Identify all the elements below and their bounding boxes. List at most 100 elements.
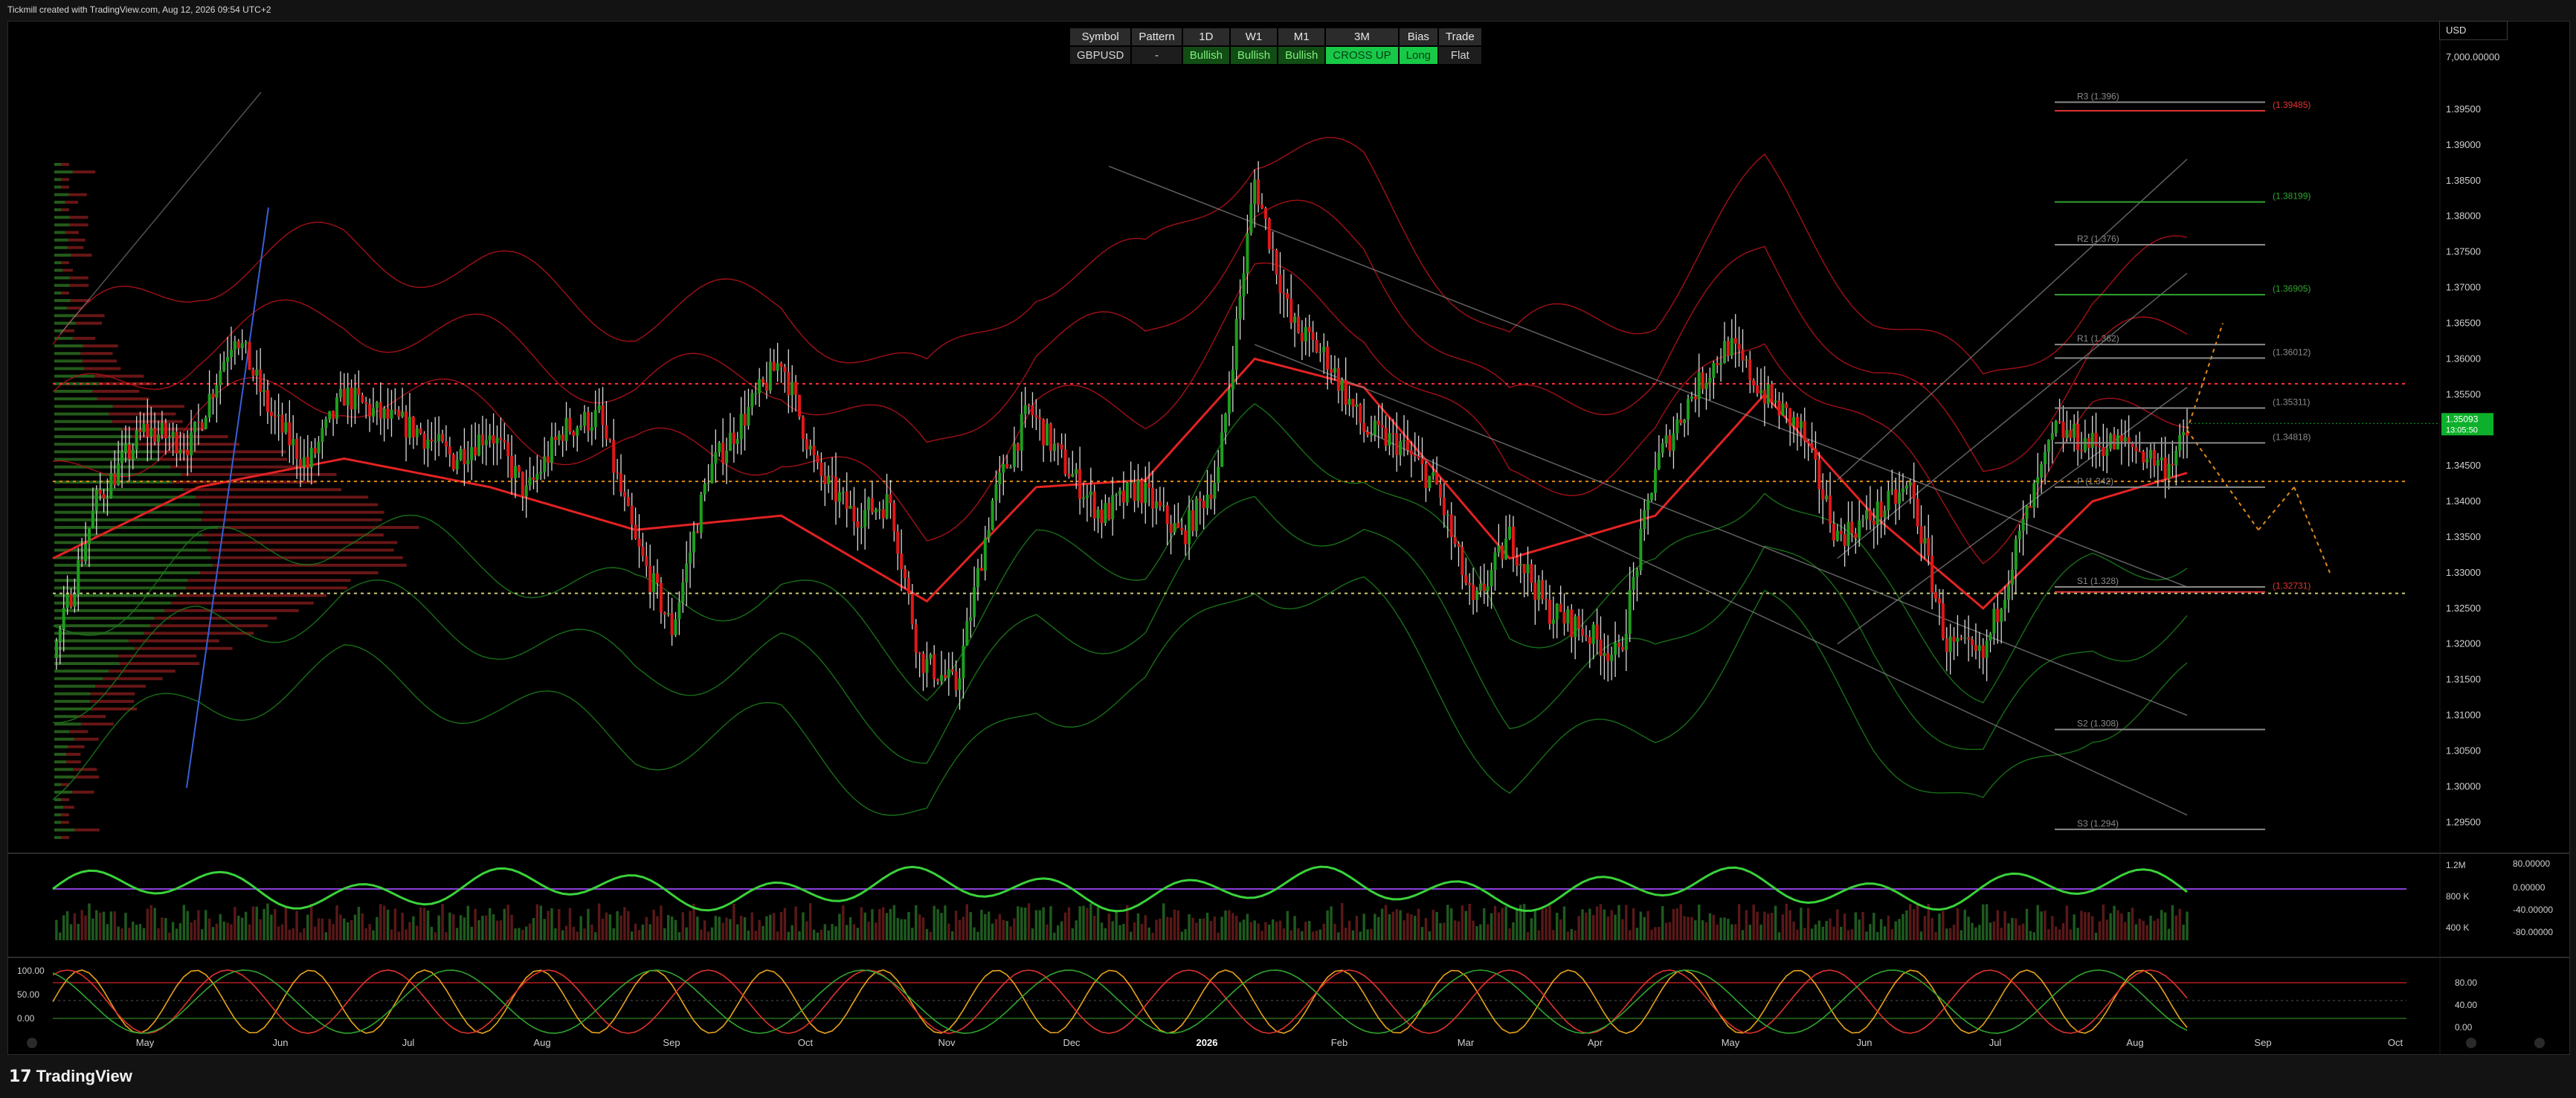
candle-body	[149, 428, 153, 437]
candle-body	[1723, 341, 1727, 363]
candle-body	[622, 492, 626, 497]
candle-body	[219, 370, 222, 385]
volume-profile-row-red	[80, 722, 114, 726]
volume-bar	[2040, 911, 2043, 940]
volume-bar	[838, 914, 841, 940]
volume-bar	[1020, 907, 1023, 940]
volume-profile-row-green	[54, 200, 65, 204]
volume-bar	[1683, 916, 1686, 940]
volume-bar	[1781, 914, 1785, 940]
volume-bar	[820, 929, 823, 940]
candle-body	[1879, 501, 1883, 518]
candle-body	[1046, 423, 1049, 446]
volume-bar	[1238, 922, 1242, 940]
volume-bar	[1078, 906, 1081, 940]
price-axis-tick-label: 1.33500	[2446, 531, 2481, 542]
candle-body	[2171, 463, 2174, 466]
volume-bar	[1027, 903, 1031, 940]
volume-profile-row-green	[54, 753, 66, 756]
volume-bar	[561, 930, 564, 940]
volume-profile-row-green	[54, 768, 74, 771]
volume-bar	[1574, 930, 1577, 940]
candle-body	[2079, 449, 2083, 452]
time-axis-tick-label: Dec	[1063, 1037, 1081, 1048]
volume-bar	[798, 931, 801, 940]
candle-body	[1154, 501, 1158, 509]
candle-body	[1632, 577, 1635, 591]
projection-channel-line	[1837, 158, 2188, 481]
candle-body	[837, 492, 841, 502]
volume-bar	[710, 927, 714, 940]
volume-bar	[2044, 911, 2047, 940]
volume-bar	[2003, 911, 2006, 940]
volume-profile-row-red	[66, 760, 81, 764]
volume-bar	[1217, 932, 1220, 940]
volume-profile-row-red	[63, 329, 74, 333]
price-chart[interactable]: R3 (1.396) (1.39485) (1.38199) R2 (1.376) (1…	[8, 22, 2569, 1054]
volume-bar	[408, 922, 411, 940]
chart-header-caption: Tickmill created with TradingView.com, A…	[7, 4, 271, 15]
candle-body	[1537, 580, 1541, 600]
candle-body	[1963, 637, 1967, 639]
candle-body	[1330, 369, 1333, 373]
status-value-2: Bullish	[1182, 47, 1229, 64]
candle-body	[1635, 570, 1639, 577]
volume-bar	[871, 909, 874, 940]
volume-bar	[1931, 918, 1933, 940]
time-axis-tick-label: Sep	[2254, 1037, 2271, 1048]
candle-body	[193, 421, 197, 433]
candle-body	[2167, 463, 2171, 479]
volume-bar	[1712, 914, 1716, 940]
currency-selector[interactable]: USD	[2439, 21, 2508, 40]
bollinger-band-green	[52, 576, 2188, 816]
candle-body	[532, 477, 535, 480]
volume-bar	[1286, 911, 1289, 940]
chart-frame[interactable]: R3 (1.396) (1.39485) (1.38199) R2 (1.376) (1…	[7, 21, 2570, 1055]
candle-body	[1318, 351, 1322, 353]
volume-bar	[2174, 915, 2178, 940]
time-axis-tick-label: Sep	[663, 1037, 680, 1048]
volume-bar	[1704, 922, 1708, 940]
volume-bar	[1905, 910, 1908, 940]
candle-body	[2083, 437, 2087, 452]
candle-body	[1399, 441, 1403, 455]
candle-body	[1486, 586, 1490, 591]
volume-bar	[1643, 916, 1646, 940]
volume-bar	[434, 932, 437, 940]
volume-bar	[390, 929, 393, 940]
volume-bar	[1756, 911, 1759, 940]
tradingview-logo[interactable]: 17 TradingView	[9, 1067, 132, 1086]
time-axis-tick-label: Jul	[1989, 1037, 2002, 1048]
volume-bar	[1792, 921, 1795, 940]
candle-body	[1624, 633, 1628, 650]
volume-profile-row-green	[54, 617, 155, 620]
volume-profile-row-red	[134, 646, 233, 650]
volume-bar	[244, 911, 248, 940]
candle-body	[401, 411, 405, 417]
candle-body	[619, 473, 623, 492]
candle-body	[794, 382, 798, 395]
candle-body	[831, 475, 834, 477]
volume-bar	[911, 928, 914, 940]
volume-bar	[1694, 920, 1697, 940]
volume-profile-row-red	[158, 458, 287, 461]
volume-bar	[1516, 908, 1519, 940]
candle-body	[1868, 510, 1872, 521]
volume-bar	[2182, 924, 2185, 940]
volume-profile-row-red	[144, 632, 254, 635]
candle-body	[1766, 384, 1770, 404]
candle-body	[958, 678, 962, 690]
volume-bar	[204, 910, 207, 940]
pivot-level-label: S3 (1.294)	[2077, 818, 2119, 829]
candle-body	[215, 385, 219, 398]
volume-bar	[714, 916, 718, 940]
candle-body	[1704, 382, 1708, 389]
volume-bar	[62, 915, 65, 940]
volume-bar	[954, 911, 958, 940]
volume-bar	[1075, 920, 1078, 940]
volume-bar	[1810, 928, 1814, 940]
volume-bar	[1767, 914, 1770, 940]
volume-bar	[1176, 910, 1180, 940]
volume-bar	[790, 925, 793, 940]
candle-body	[2073, 423, 2076, 438]
